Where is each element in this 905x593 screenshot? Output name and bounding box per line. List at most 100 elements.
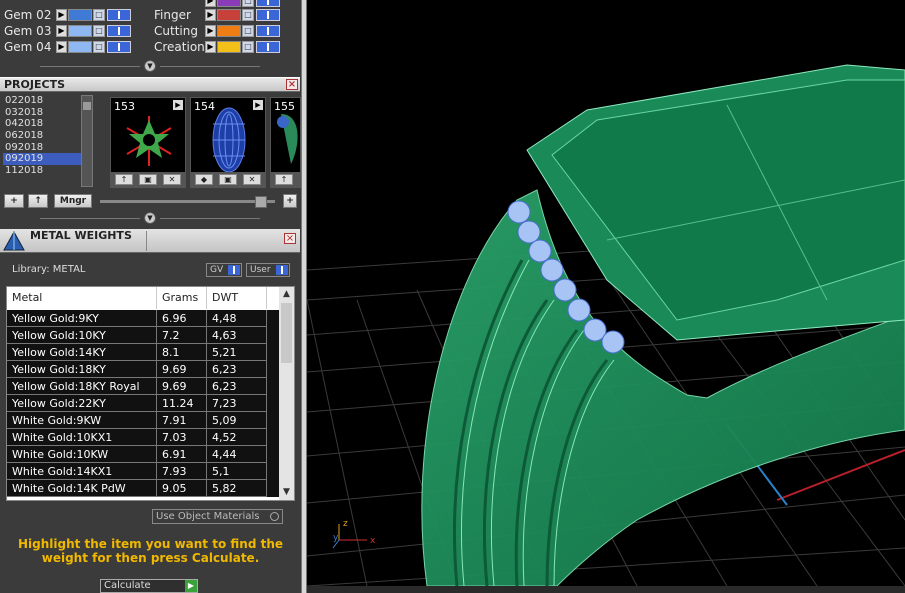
expand-arrow-icon[interactable]: ▶	[205, 41, 216, 53]
project-thumbnail[interactable]: 155 ↑	[270, 97, 301, 188]
table-row[interactable]: White Gold:14KX1 7.93 5,1	[7, 463, 279, 480]
gv-toggle[interactable]: GV	[206, 263, 242, 277]
slider-handle[interactable]	[255, 196, 267, 208]
projects-list-scrollbar[interactable]	[81, 95, 93, 187]
expand-arrow-icon[interactable]: ▶	[56, 9, 67, 21]
table-row[interactable]: Yellow Gold:10KY 7.2 4,63	[7, 327, 279, 344]
lock-icon[interactable]: □	[242, 9, 254, 21]
3d-viewport[interactable]: z x y	[307, 0, 905, 586]
project-thumbnail[interactable]: 153 ▶ ↑ ▣ ✕	[110, 97, 186, 188]
table-row[interactable]: Yellow Gold:18KY 9.69 6,23	[7, 361, 279, 378]
collapse-projects-button[interactable]: ▼	[144, 212, 156, 224]
collapse-gems-button[interactable]: ▼	[144, 60, 156, 72]
user-toggle[interactable]: User	[246, 263, 290, 277]
table-row[interactable]: Yellow Gold:18KY Royal 9.69 6,23	[7, 378, 279, 395]
visibility-toggle[interactable]	[256, 0, 280, 7]
layer-row-label: Cutting	[154, 24, 198, 38]
user-toggle-label: User	[250, 265, 271, 275]
gem-row[interactable]: Gem 02 ▶ □	[4, 8, 144, 23]
lock-icon[interactable]: □	[242, 0, 254, 7]
visibility-toggle[interactable]	[256, 25, 280, 37]
header-separator	[146, 231, 147, 251]
expand-arrow-icon[interactable]: ▶	[56, 41, 67, 53]
table-row[interactable]: White Gold:9KW 7.91 5,09	[7, 412, 279, 429]
gem-row[interactable]: Gem 03 ▶ □	[4, 24, 144, 39]
table-row[interactable]: Yellow Gold:22KY 11.24 7,23	[7, 395, 279, 412]
visibility-toggle[interactable]	[107, 41, 131, 53]
project-list-item[interactable]: 092018	[3, 142, 81, 154]
lock-icon[interactable]: □	[242, 25, 254, 37]
delete-icon[interactable]: ✕	[243, 174, 261, 185]
projects-close-button[interactable]: ×	[286, 79, 298, 90]
layer-row[interactable]: Cutting ▶ □	[154, 24, 294, 39]
table-row[interactable]: Yellow Gold:14KY 8.1 5,21	[7, 344, 279, 361]
lock-icon[interactable]: □	[242, 41, 254, 53]
project-list-item[interactable]: 112018	[3, 165, 81, 177]
table-scrollbar[interactable]: ▲ ▼	[279, 287, 294, 500]
project-list-item[interactable]: 022018	[3, 95, 81, 107]
project-list-item[interactable]: 032018	[3, 107, 81, 119]
table-row[interactable]: Yellow Gold:9KY 6.96 4,48	[7, 310, 279, 327]
layer-row-partial[interactable]: ▶ □	[205, 0, 296, 9]
expand-arrow-icon[interactable]: ▶	[173, 100, 183, 110]
project-list-item[interactable]: 092019	[3, 153, 81, 166]
scrollbar-thumb[interactable]	[281, 303, 292, 363]
calculate-button[interactable]: Calculate ▶	[100, 579, 198, 593]
metal-weights-close-button[interactable]: ×	[284, 233, 296, 244]
color-swatch[interactable]	[217, 41, 241, 53]
project-list-item[interactable]: 062018	[3, 130, 81, 142]
lock-icon[interactable]: □	[93, 9, 105, 21]
color-swatch[interactable]	[68, 41, 92, 53]
color-swatch[interactable]	[217, 0, 241, 7]
projects-list[interactable]: 022018 032018 042018 062018 092018 092019 1120…	[3, 95, 81, 185]
column-header-grams[interactable]: Grams	[157, 287, 207, 309]
layer-row[interactable]: Creation ▶ □	[154, 40, 294, 55]
column-header-metal[interactable]: Metal	[7, 287, 157, 309]
dwt-cell: 5,21	[207, 344, 267, 361]
expand-arrow-icon[interactable]: ▶	[205, 25, 216, 37]
move-up-button[interactable]: ↑	[28, 194, 48, 208]
lock-icon[interactable]: □	[93, 41, 105, 53]
color-swatch[interactable]	[68, 9, 92, 21]
open-icon[interactable]: ↑	[275, 174, 293, 185]
open-icon[interactable]: ↑	[115, 174, 133, 185]
library-label: Library: METAL	[12, 264, 86, 275]
delete-icon[interactable]: ✕	[163, 174, 181, 185]
grams-cell: 11.24	[157, 395, 207, 412]
color-swatch[interactable]	[217, 9, 241, 21]
save-icon[interactable]: ▣	[219, 174, 237, 185]
table-row[interactable]: White Gold:14K PdW 9.05 5,82	[7, 480, 279, 497]
visibility-toggle[interactable]	[107, 9, 131, 21]
zoom-in-button[interactable]: +	[283, 194, 297, 208]
oval-pendant-preview	[212, 107, 246, 173]
scroll-up-icon[interactable]: ▲	[281, 289, 292, 300]
expand-arrow-icon[interactable]: ▶	[253, 100, 263, 110]
lock-icon[interactable]: □	[93, 25, 105, 37]
table-row[interactable]: White Gold:10KW 6.91 4,44	[7, 446, 279, 463]
scrollbar-thumb[interactable]	[83, 102, 91, 110]
open-icon[interactable]: ◆	[195, 174, 213, 185]
use-object-materials-toggle[interactable]: Use Object Materials	[152, 509, 283, 524]
color-swatch[interactable]	[68, 25, 92, 37]
metal-weights-table[interactable]: Metal Grams DWT Yellow Gold:9KY 6.96 4,48 Y…	[6, 286, 295, 501]
column-header-dwt[interactable]: DWT	[207, 287, 267, 309]
visibility-toggle[interactable]	[256, 9, 280, 21]
thumbnail-size-slider[interactable]	[100, 196, 275, 208]
gem-row[interactable]: Gem 04 ▶ □	[4, 40, 144, 55]
manager-button[interactable]: Mngr	[54, 194, 92, 208]
visibility-toggle[interactable]	[256, 41, 280, 53]
expand-arrow-icon[interactable]: ▶	[56, 25, 67, 37]
table-row[interactable]: White Gold:10KX1 7.03 4,52	[7, 429, 279, 446]
save-icon[interactable]: ▣	[139, 174, 157, 185]
color-swatch[interactable]	[217, 25, 241, 37]
scroll-down-icon[interactable]: ▼	[281, 487, 292, 498]
project-thumbnail[interactable]: 154 ▶ ◆ ▣ ✕	[190, 97, 266, 188]
viewport-canvas[interactable]: z x y	[307, 0, 905, 586]
expand-arrow-icon[interactable]: ▶	[205, 0, 216, 7]
expand-arrow-icon[interactable]: ▶	[205, 9, 216, 21]
visibility-toggle[interactable]	[107, 25, 131, 37]
add-project-button[interactable]: +	[4, 194, 24, 208]
project-list-item[interactable]: 042018	[3, 118, 81, 130]
layer-row[interactable]: Finger ▶ □	[154, 8, 294, 23]
dwt-cell: 5,09	[207, 412, 267, 429]
